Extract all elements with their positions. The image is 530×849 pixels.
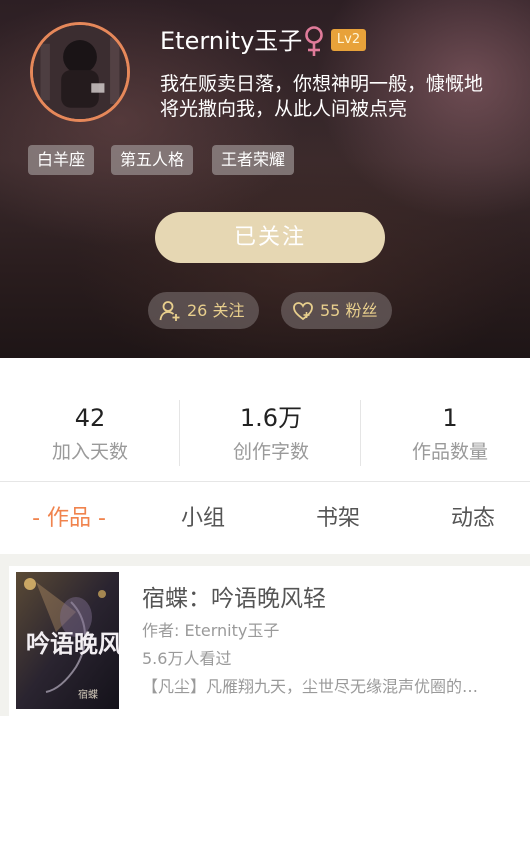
tab-bar: - 作品 - 小组 书架 动态	[0, 482, 530, 554]
tag-item[interactable]: 王者荣耀	[212, 145, 295, 175]
following-button[interactable]: 26 关注	[148, 292, 259, 329]
signature: 我在贩卖日落，你想神明一般，慷慨地 将光撒向我，从此人间被点亮	[160, 72, 520, 122]
female-icon	[305, 26, 323, 56]
stat-work-count: 1 作品数量	[362, 358, 530, 482]
book-description: 【凡尘】凡雁翔九天，尘世尽无缘混声优圈的…	[142, 677, 479, 696]
tag-item[interactable]: 第五人格	[111, 145, 194, 175]
stats-bar: 42 加入天数 1.6万 创作字数 1 作品数量	[0, 358, 530, 482]
divider	[179, 400, 180, 466]
book-title[interactable]: 宿蝶：吟语晚风轻	[142, 583, 326, 615]
signature-line-1: 我在贩卖日落，你想神明一般，慷慨地	[160, 73, 484, 95]
stat-label: 创作字数	[232, 441, 309, 463]
tag-item[interactable]: 白羊座	[28, 145, 95, 175]
work-card[interactable]: 吟语晚风轻 宿蝶 宿蝶：吟语晚风轻 作者: Eternity玉子 5.6万人看过…	[0, 566, 530, 716]
profile-header: Eternity玉子 Lv2 我在贩卖日落，你想神明一般，慷慨地 将光撒向我，从…	[0, 0, 530, 358]
book-author: 作者: Eternity玉子	[142, 621, 280, 640]
followers-count: 55 粉丝	[320, 301, 378, 320]
tab-bookshelf[interactable]: 书架	[288, 482, 388, 554]
add-user-icon	[159, 301, 180, 321]
section-divider	[0, 554, 530, 566]
stat-label: 作品数量	[411, 441, 488, 463]
stat-word-count: 1.6万 创作字数	[183, 358, 359, 482]
username: Eternity玉子	[160, 27, 303, 55]
card-side-strip	[0, 566, 9, 716]
cover-subtitle-text: 宿蝶	[78, 688, 98, 701]
divider	[360, 400, 361, 466]
followers-button[interactable]: 55 粉丝	[281, 292, 392, 329]
tab-works[interactable]: - 作品 -	[14, 482, 124, 554]
stat-join-days: 42 加入天数	[2, 358, 178, 482]
stat-value: 1	[442, 404, 458, 432]
following-count: 26 关注	[187, 301, 245, 320]
cover-title-text: 吟语晚风轻	[26, 629, 119, 658]
tab-groups[interactable]: 小组	[153, 482, 253, 554]
follow-button[interactable]: 已关注	[155, 212, 385, 263]
book-cover[interactable]: 吟语晚风轻 宿蝶	[16, 572, 119, 709]
stat-label: 加入天数	[51, 441, 128, 463]
stat-value: 1.6万	[239, 404, 303, 432]
book-views: 5.6万人看过	[142, 649, 232, 668]
stat-value: 42	[74, 404, 106, 432]
signature-line-2: 将光撒向我，从此人间被点亮	[160, 98, 408, 120]
avatar[interactable]	[30, 22, 130, 122]
level-badge: Lv2	[331, 29, 366, 51]
heart-icon	[293, 302, 313, 321]
tab-activity[interactable]: 动态	[423, 482, 523, 554]
